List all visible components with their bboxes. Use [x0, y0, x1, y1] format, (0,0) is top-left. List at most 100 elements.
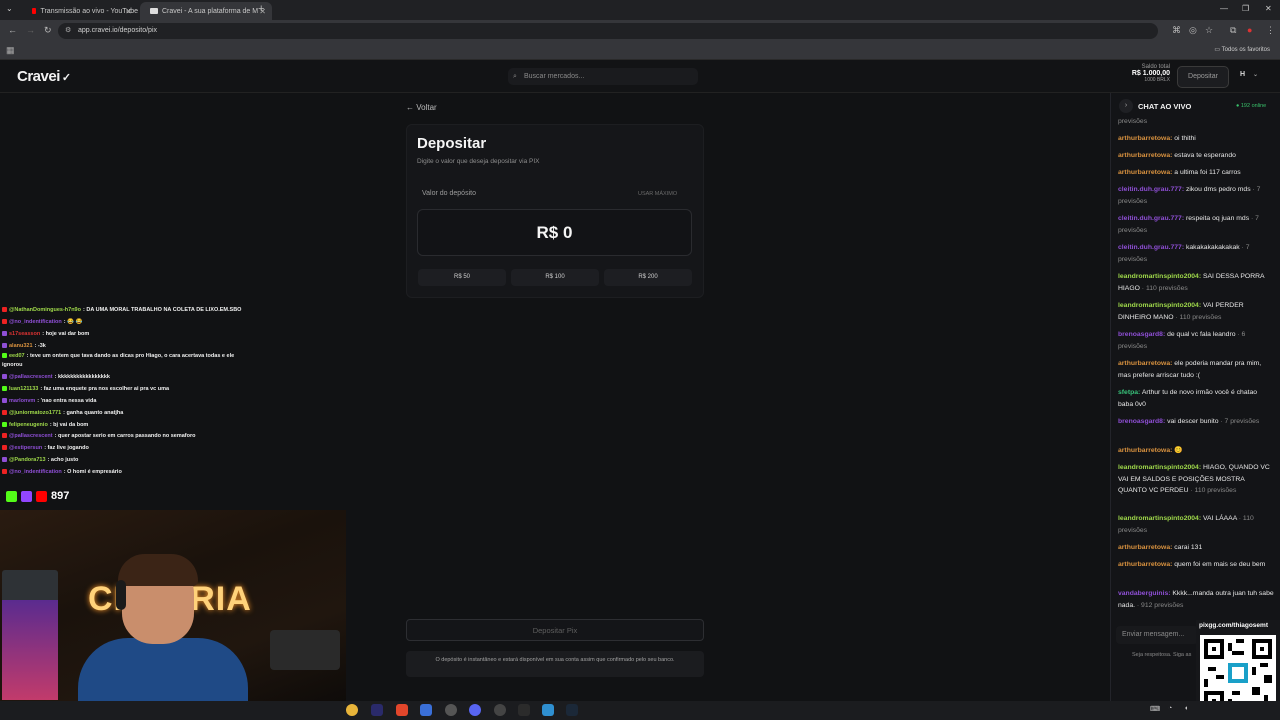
close-tab-icon[interactable]: ✕: [125, 7, 132, 16]
tab-cravei[interactable]: Cravei - A sua plataforma de M ✕: [140, 2, 272, 20]
online-count: ● 192 online: [1236, 103, 1267, 109]
youtube-icon: [36, 490, 47, 502]
reload-icon[interactable]: ↻: [44, 25, 52, 36]
chat-message: vandaberguinis: Kkkk...manda outra juan …: [1118, 590, 1274, 609]
overlay-chat-line: @pallascrescent: kkkkkkkkkkkkkkkkk: [2, 372, 250, 384]
all-bookmarks[interactable]: ▭ Todos os favoritos: [1214, 46, 1270, 53]
chat-message: arthurbarretowa: estava te esperando: [1118, 152, 1236, 159]
quick-amount-100[interactable]: R$ 100: [511, 269, 599, 286]
overlay-chat-line: @estipersun: faz live jogando: [2, 443, 250, 455]
site-info-icon[interactable]: ⚙: [65, 23, 71, 39]
back-link[interactable]: ← Voltar: [406, 103, 437, 112]
chat-message: cleitin.duh.grau.777: respeita oq juan m…: [1118, 215, 1259, 234]
streamer-hair: [118, 554, 198, 586]
profile-icon[interactable]: ●: [1247, 25, 1252, 35]
overlay-chat-line: @Pandora713: acho justo: [2, 455, 250, 467]
chat-message: arthurbarretowa: quem foi em mais se deu…: [1118, 561, 1266, 568]
chat-message: leandromartinspinto2004: SAI DESSA PORRA…: [1118, 273, 1265, 292]
chat-message: arthurbarretowa: 😊: [1118, 447, 1183, 454]
extensions-icon[interactable]: ⧉: [1230, 25, 1236, 36]
overlay-chat-line: @no_indentification: 😂 😂: [2, 317, 250, 329]
tab-title: Transmissão ao vivo - YouTube: [40, 7, 138, 15]
quick-amount-50[interactable]: R$ 50: [418, 269, 506, 286]
tab-list-icon[interactable]: ⌄: [6, 4, 13, 13]
chat-message-input[interactable]: Enviar mensagem...: [1116, 626, 1198, 644]
chat-message: cleitin.duh.grau.777: zikou dms pedro md…: [1118, 186, 1261, 205]
use-max-button[interactable]: USAR MÁXIMO: [638, 191, 677, 197]
page-subtitle: Digite o valor que deseja depositar via …: [417, 158, 540, 165]
bookmarks-bar: ▦ ▭ Todos os favoritos: [0, 42, 1280, 60]
wifi-icon[interactable]: ◔: [1168, 705, 1172, 712]
app-icon[interactable]: [518, 704, 530, 716]
app-header: Cravei ✓ ⌕ Buscar mercados... Saldo total…: [0, 60, 1280, 93]
balance-value: R$ 1.000,00: [1131, 70, 1170, 77]
volume-icon[interactable]: ◖: [1184, 705, 1188, 712]
youtube-icon: [32, 8, 37, 14]
cravei-logo[interactable]: Cravei ✓: [17, 68, 71, 85]
overlay-chat-line: eed07: teve um ontem que tava dando as d…: [2, 353, 235, 369]
twitch-icon: [21, 490, 32, 502]
page-title: Depositar: [417, 135, 487, 152]
chat-message: arthurbarretowa: carai 131: [1118, 544, 1203, 551]
menu-dots-icon[interactable]: ⋮: [1266, 25, 1275, 36]
url-field[interactable]: ⚙ app.cravei.io/deposito/pix: [58, 23, 1158, 39]
vivaldi-icon[interactable]: [396, 704, 408, 716]
back-icon[interactable]: ←: [8, 25, 17, 35]
overlay-chat-line: @NathanDomingues-h7n9o: DA UMA MORAL TRA…: [2, 306, 250, 315]
overlay-chat-line: luan121133: faz uma enquete pra nos esco…: [2, 384, 250, 396]
steam-icon[interactable]: [566, 704, 578, 716]
overlay-chat-line: @pallascrescent: quer apostar serio em c…: [2, 431, 250, 443]
chat-message: sfetpa: Arthur tu de novo irmão você é c…: [1118, 389, 1258, 408]
visibility-icon[interactable]: ◎: [1189, 25, 1197, 36]
chat-message: previsões: [1118, 118, 1148, 125]
overlay-chat-line: felipeneugenio: bj vai da bom: [2, 420, 250, 432]
new-tab-icon[interactable]: +: [258, 3, 264, 15]
discord-icon[interactable]: [469, 704, 481, 716]
chat-message: brenoasgard8: de qual vc fala leandro · …: [1118, 331, 1246, 350]
chat-message: arthurbarretowa: a ultima foi 117 carros: [1118, 169, 1241, 176]
obs-icon[interactable]: [494, 704, 506, 716]
chat-message: leandromartinspinto2004: VAI PERDER DINH…: [1118, 302, 1244, 321]
poster: [2, 600, 58, 700]
amount-input[interactable]: R$ 0: [417, 209, 692, 256]
chrome-icon[interactable]: [346, 704, 358, 716]
quick-amount-200[interactable]: R$ 200: [604, 269, 692, 286]
keyboard-icon[interactable]: ⌨: [1150, 705, 1160, 713]
pix-url-label: pixgg.com/thiagosemt: [1199, 622, 1268, 629]
premiere-icon[interactable]: [371, 704, 383, 716]
deposit-pix-button[interactable]: Depositar Pix: [406, 619, 704, 641]
overlay-chat-line: alanu321: -3k: [2, 341, 250, 353]
deposit-notice: O depósito é instantâneo e estará dispon…: [406, 651, 704, 677]
maximize-icon[interactable]: ❐: [1242, 4, 1249, 13]
webcam-feed: CHURRIA: [0, 510, 346, 702]
browser-tabstrip: ⌄ Transmissão ao vivo - YouTube ✕ Cravei…: [0, 0, 1280, 20]
chat-message: arthurbarretowa: oi thithi: [1118, 135, 1196, 142]
kick-icon: [6, 490, 17, 502]
minimize-icon[interactable]: —: [1220, 4, 1228, 13]
file-icon[interactable]: [420, 704, 432, 716]
close-window-icon[interactable]: ✕: [1265, 4, 1272, 13]
tab-youtube[interactable]: Transmissão ao vivo - YouTube ✕: [22, 2, 138, 20]
forward-icon[interactable]: →: [26, 25, 35, 35]
address-bar-row: ← → ↻ ⚙ app.cravei.io/deposito/pix ⌘ ◎ ☆…: [0, 20, 1280, 42]
market-search-input[interactable]: ⌕ Buscar mercados...: [508, 68, 698, 85]
chat-title: CHAT AO VIVO: [1138, 102, 1192, 111]
user-avatar[interactable]: H ⌄: [1240, 71, 1258, 78]
viewer-count: 897: [6, 490, 69, 502]
overlay-chat-line: s17seasson: hoje vai dar bom: [2, 329, 250, 341]
logo-check-icon: ✓: [61, 72, 71, 84]
chat-rules-text: Seja respeitosa. Siga as: [1132, 652, 1192, 658]
translate-icon[interactable]: ⌘: [1172, 25, 1181, 36]
browser-icon[interactable]: [445, 704, 457, 716]
overlay-chat-line: @juniormatozo1771: ganha quanto anatjha: [2, 408, 250, 420]
dj-deck: [270, 630, 340, 670]
collapse-chat-icon[interactable]: ›: [1119, 99, 1133, 113]
overlay-chat-line: marlonvm: 'nao entra nessa vida: [2, 396, 250, 408]
streamer-shirt: [78, 638, 248, 702]
tab-title: Cravei - A sua plataforma de M: [162, 7, 259, 15]
bookmark-star-icon[interactable]: ☆: [1205, 25, 1213, 36]
chat-message: brenoasgard8: vai descer bunito · 7 prev…: [1118, 418, 1260, 425]
active-app-icon[interactable]: [542, 704, 554, 716]
header-deposit-button[interactable]: Depositar: [1177, 66, 1229, 88]
apps-grid-icon[interactable]: ▦: [6, 45, 15, 56]
